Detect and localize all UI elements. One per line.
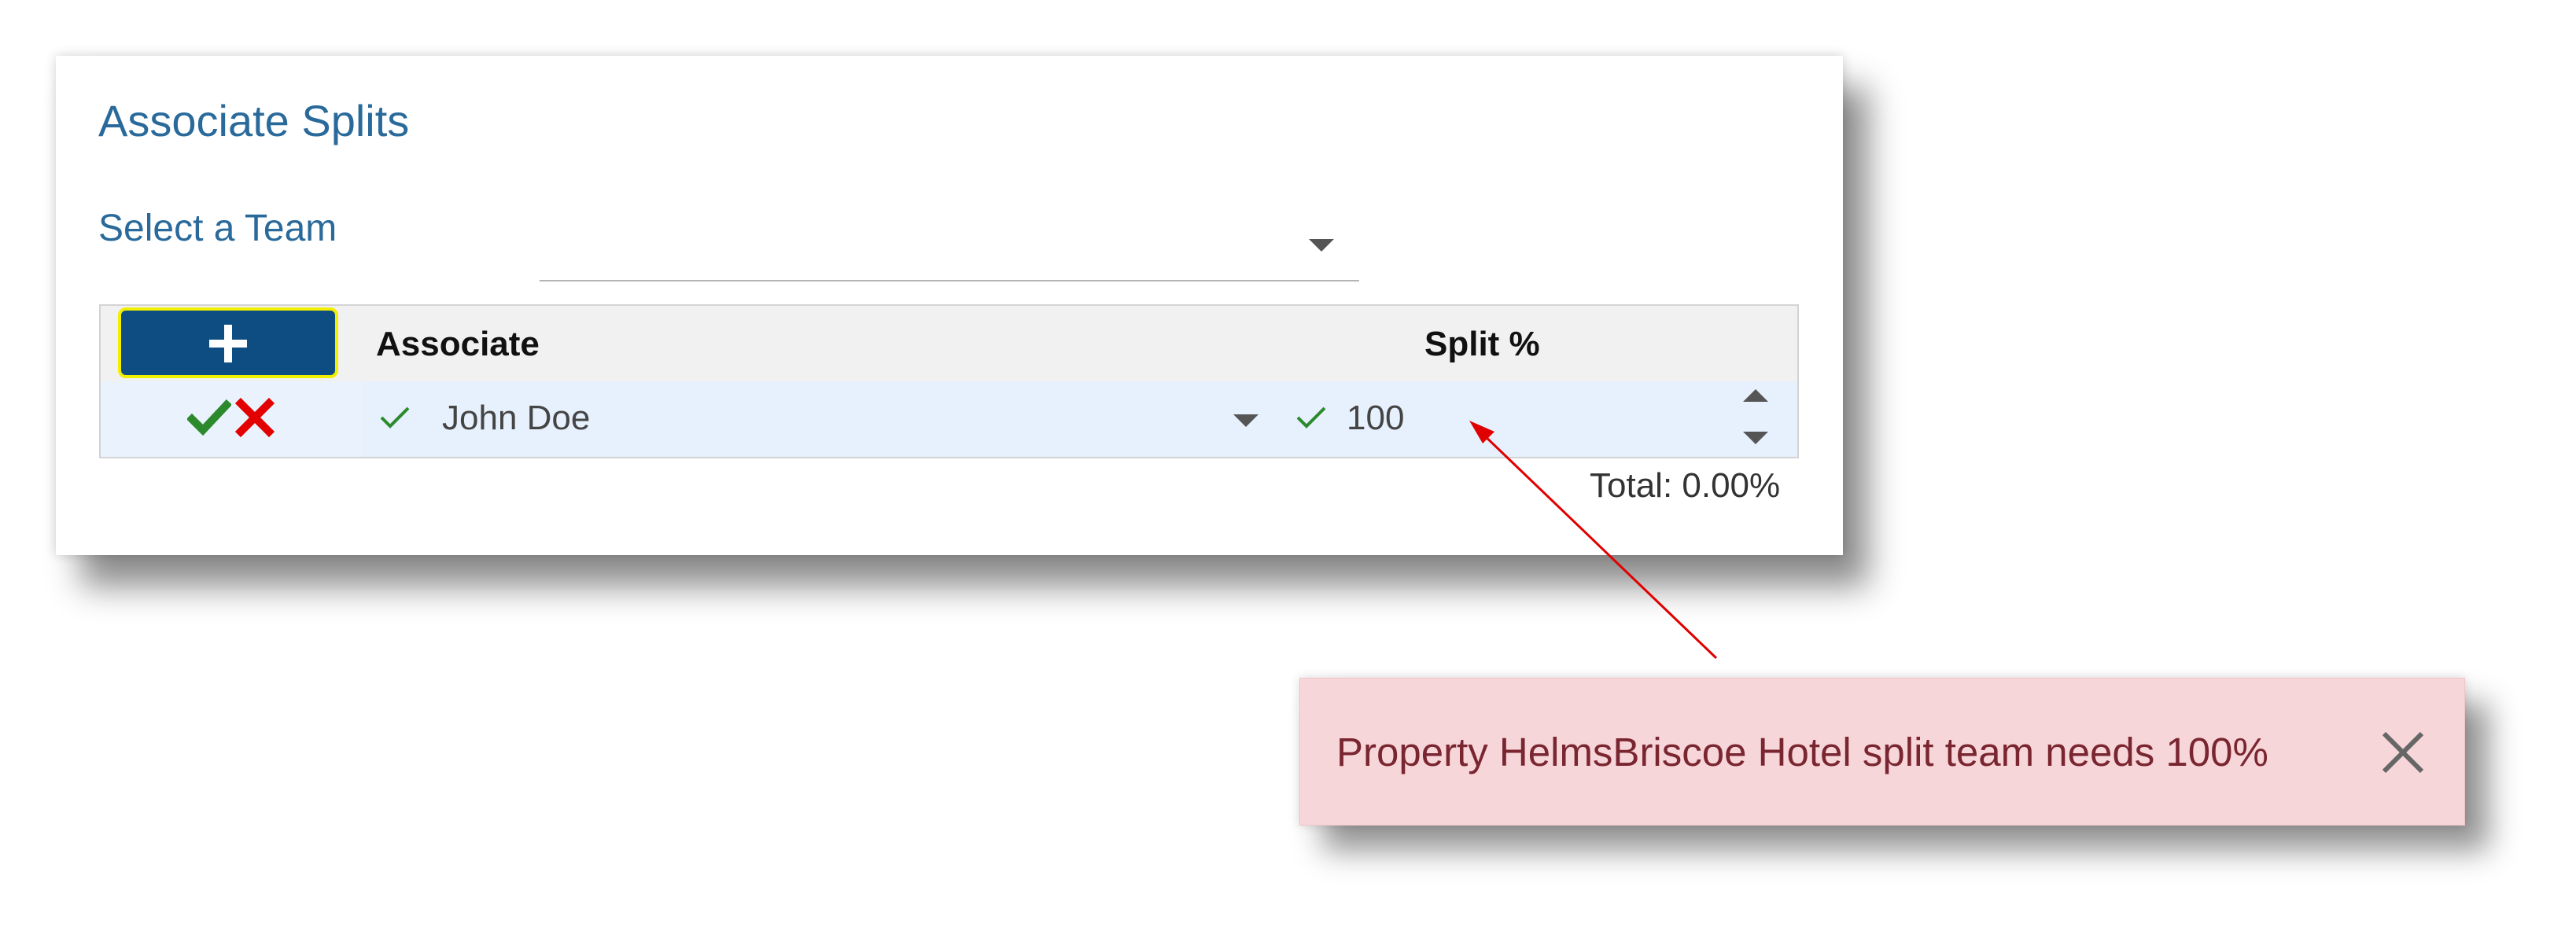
screenshot-canvas: Associate Splits Select a Team Associate… [0,0,2576,938]
splits-grid: Associate Split % John Doe 100 [99,304,1799,458]
column-header-associate: Associate [376,325,540,363]
grid-header: Associate Split % [101,306,1797,381]
split-total: Total: 0.00% [1590,466,1781,505]
column-header-split: Split % [1424,325,1540,363]
error-toast: Property HelmsBriscoe Hotel split team n… [1299,678,2465,826]
toast-message: Property HelmsBriscoe Hotel split team n… [1336,730,2268,774]
chevron-down-icon[interactable] [1309,239,1334,252]
spin-up-icon[interactable] [1743,389,1768,402]
team-select-label: Select a Team [98,208,337,249]
split-percent-input[interactable]: 100 [1347,399,1404,438]
row-edit-area: John Doe 100 [362,381,1797,457]
spin-down-icon[interactable] [1743,432,1768,444]
cancel-x-icon[interactable] [233,395,277,440]
chevron-down-icon[interactable] [1233,414,1259,427]
valid-check-icon [379,405,411,434]
valid-check-icon [1295,405,1327,434]
associate-splits-panel: Associate Splits Select a Team Associate… [56,56,1843,555]
close-icon[interactable] [2379,729,2427,776]
associate-select-value[interactable]: John Doe [442,399,590,438]
table-row: John Doe 100 [101,381,1797,457]
row-actions [101,381,362,457]
confirm-check-icon[interactable] [186,395,233,440]
team-select-dropdown[interactable] [540,209,1359,281]
add-associate-button[interactable] [118,307,338,378]
panel-title: Associate Splits [98,96,410,145]
